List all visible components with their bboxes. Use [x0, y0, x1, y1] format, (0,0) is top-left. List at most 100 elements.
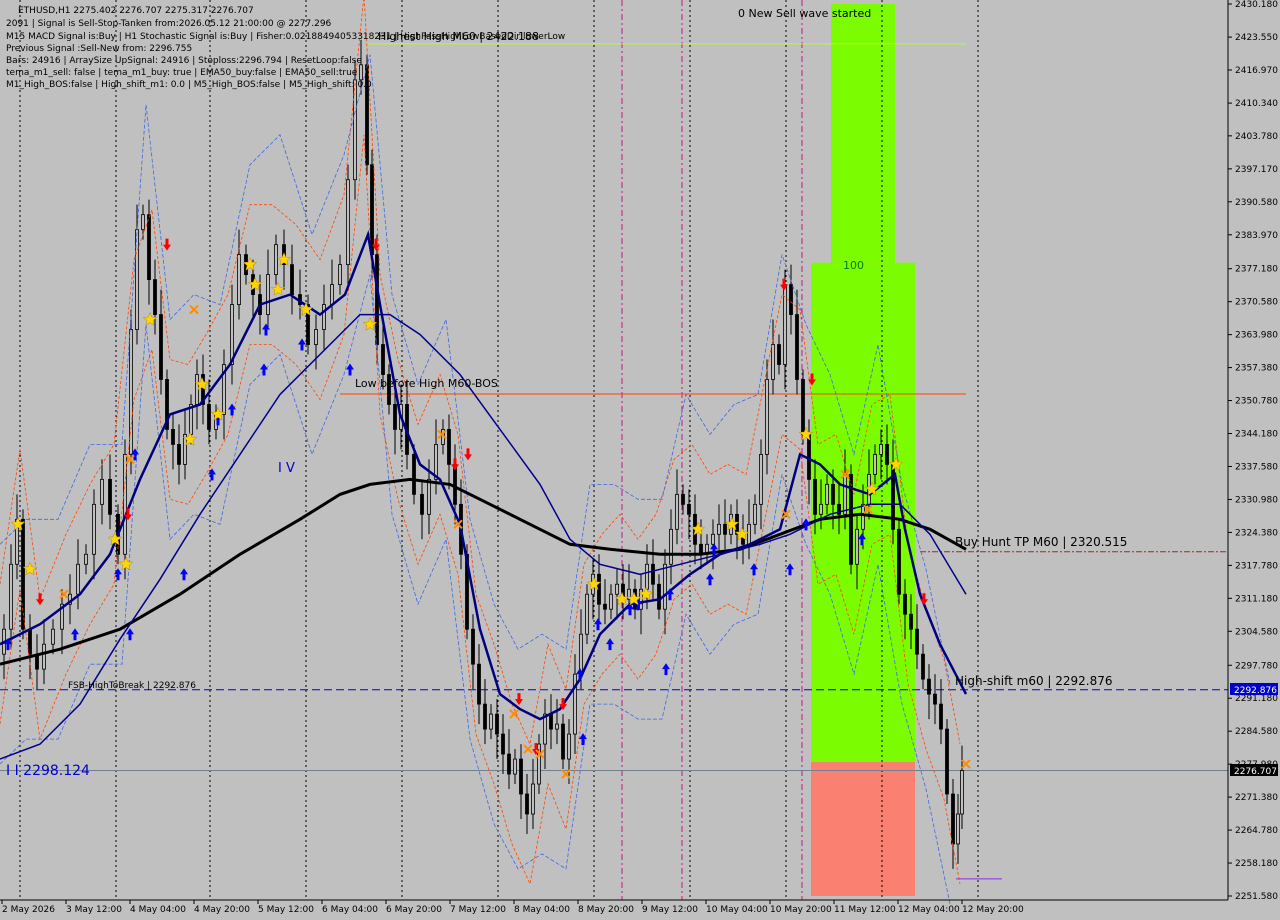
y-tick-label: 2311.180: [1235, 594, 1278, 604]
candle-body: [359, 64, 363, 81]
candle-body: [412, 453, 416, 495]
candle-body: [609, 593, 613, 610]
new-wave-label: 0 New Sell wave started: [738, 7, 871, 20]
candle-body: [765, 379, 769, 455]
candle-body: [807, 434, 811, 480]
candle-body: [675, 493, 679, 530]
candle-body: [477, 663, 481, 705]
candle-body: [501, 733, 505, 755]
y-tick-label: 2397.170: [1235, 165, 1278, 175]
candle-body: [723, 523, 727, 535]
candle-body: [28, 628, 32, 655]
candle-body: [945, 728, 949, 795]
y-tick-label: 2430.180: [1235, 0, 1278, 10]
candle-body: [381, 344, 385, 375]
candle-body: [370, 164, 374, 256]
candle-body: [915, 628, 919, 655]
candle-body: [314, 329, 318, 345]
highest-high-label: Highest High M60 | 2422.188: [378, 30, 539, 43]
candle-body: [855, 528, 859, 565]
candle-body: [519, 758, 523, 795]
y-tick-label: 2317.780: [1235, 561, 1278, 571]
y-tick-label: 2363.980: [1235, 331, 1278, 341]
candle-body: [230, 304, 234, 365]
candle-body: [921, 653, 925, 680]
candle-body: [338, 264, 342, 285]
candle-body: [579, 633, 583, 675]
candle-body: [927, 678, 931, 695]
candle-body: [960, 770, 964, 815]
candle-body: [420, 493, 424, 515]
candle-body: [427, 478, 431, 515]
candle-body: [789, 284, 793, 315]
y-tick-label: 2258.180: [1235, 859, 1278, 869]
x-tick-label: 10 May 04:00: [706, 905, 768, 915]
wave-ii-label: I I 2298.124: [6, 763, 90, 779]
x-tick-label: 8 May 20:00: [578, 905, 634, 915]
candle-body: [657, 583, 661, 610]
high-shift-price-text: 2292.876: [1234, 686, 1277, 696]
y-tick-label: 2251.580: [1235, 892, 1278, 902]
candle-body: [873, 453, 877, 475]
x-tick-label: 12 May 04:00: [898, 905, 960, 915]
candle-body: [495, 713, 499, 735]
candle-body: [651, 563, 655, 585]
candle-body: [585, 593, 589, 635]
x-tick-label: 11 May 12:00: [834, 905, 896, 915]
candle-body: [801, 379, 805, 435]
x-tick-label: 2 May 2026: [2, 905, 55, 915]
x-tick-label: 6 May 20:00: [386, 905, 442, 915]
candle-body: [885, 444, 889, 465]
candle-body: [956, 813, 960, 845]
y-tick-label: 2403.780: [1235, 132, 1278, 142]
candle-body: [489, 713, 493, 730]
y-tick-label: 2390.580: [1235, 198, 1278, 208]
candle-body: [92, 503, 96, 555]
candle-body: [100, 478, 104, 505]
price-chart[interactable]: 2430.180 2423.550 2416.970 2410.340 2403.780…: [0, 0, 1280, 920]
candle-body: [483, 703, 487, 730]
candle-body: [681, 493, 685, 505]
y-tick-label: 2423.550: [1235, 33, 1278, 43]
x-tick-label: 5 May 12:00: [258, 905, 314, 915]
candle-body: [9, 563, 13, 630]
info-line: tema_m1_sell: false | tema_m1_buy: true …: [6, 68, 358, 78]
high-shift-price-box: 2292.876: [1230, 683, 1278, 696]
candle-body: [843, 473, 847, 515]
y-tick-label: 2377.180: [1235, 265, 1278, 275]
x-tick-label: 7 May 12:00: [450, 905, 506, 915]
y-tick-label: 2304.580: [1235, 627, 1278, 637]
candle-body: [669, 528, 673, 565]
candle-body: [266, 274, 270, 315]
zone-green-upper: [831, 4, 895, 263]
x-tick-label: 6 May 04:00: [322, 905, 378, 915]
candle-body: [76, 563, 80, 595]
candle-body: [663, 563, 667, 610]
buy-hunt-label: Buy Hunt TP M60 | 2320.515: [955, 535, 1127, 549]
low-before-high-label: Low before High M60-BOS: [355, 377, 498, 390]
info-line: ETHUSD,H1 2275.402 2276.707 2275.317 227…: [18, 6, 254, 16]
candle-body: [771, 344, 775, 380]
candle-body: [951, 793, 955, 845]
candle-body: [711, 533, 715, 545]
candle-body: [129, 329, 133, 455]
candle-body: [549, 713, 553, 730]
y-tick-label: 2337.580: [1235, 462, 1278, 472]
y-tick-label: 2383.970: [1235, 231, 1278, 241]
zone-red-lower: [811, 762, 915, 896]
y-tick-label: 2264.780: [1235, 826, 1278, 836]
candle-body: [603, 603, 607, 610]
candle-body: [543, 713, 547, 745]
x-tick-label: 10 May 20:00: [770, 905, 832, 915]
candle-body: [171, 429, 175, 445]
current-price-box: 2276.707: [1230, 764, 1278, 777]
candle-body: [861, 503, 865, 530]
zone-strength-label: 100: [843, 259, 864, 272]
candle-body: [393, 404, 397, 430]
candle-body: [159, 314, 163, 380]
info-line: M1_High_BOS:false | High_shift_m1: 0.0 |…: [6, 80, 372, 90]
candle-body: [147, 214, 151, 280]
candle-body: [939, 703, 943, 730]
candle-body: [687, 503, 691, 515]
candle-body: [645, 563, 649, 590]
